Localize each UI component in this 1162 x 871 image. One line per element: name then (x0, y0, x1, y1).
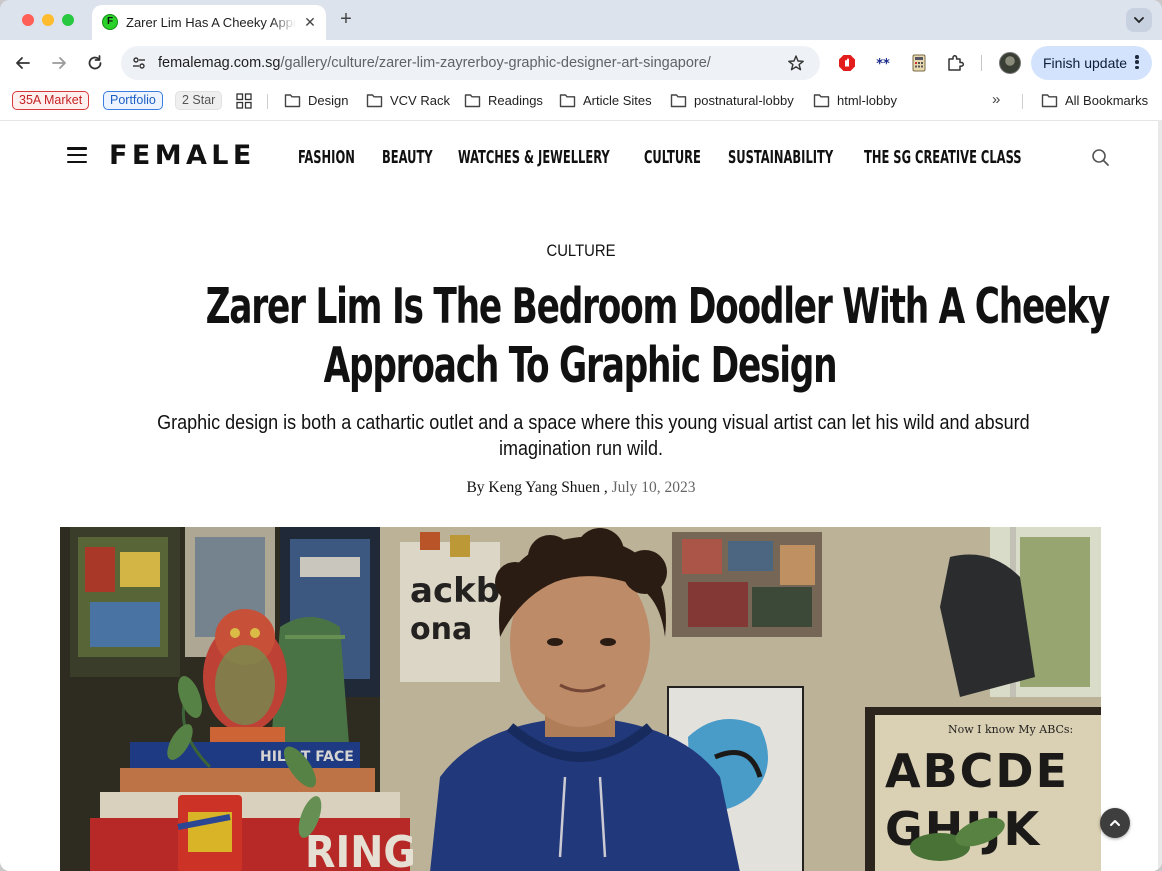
nav-sustainability[interactable]: SUSTAINABILITY (728, 146, 833, 170)
nav-watches-jewellery[interactable]: WATCHES & JEWELLERY (458, 146, 610, 170)
back-button[interactable] (12, 52, 34, 74)
forward-arrow-icon (52, 57, 66, 69)
search-icon[interactable] (1091, 148, 1110, 167)
folder-icon (670, 94, 687, 108)
dek-line: imagination run wild. (498, 438, 664, 460)
folder-icon (366, 94, 383, 108)
bookmarks-overflow-button[interactable]: » (992, 91, 1000, 109)
nav-sg-creative-class[interactable]: THE SG CREATIVE CLASS (864, 146, 1022, 170)
article-dek: Graphic design is both a cathartic outle… (110, 410, 1052, 462)
article-category[interactable]: CULTURE (58, 241, 1104, 261)
all-bookmarks-label: All Bookmarks (1065, 93, 1149, 108)
bookmarks-separator (1022, 94, 1023, 109)
chevron-down-icon (1134, 17, 1144, 24)
new-tab-button[interactable]: + (336, 9, 356, 29)
toolbar-separator (981, 55, 982, 71)
folder-icon (284, 94, 301, 108)
tab-title: Zarer Lim Has A Cheeky Approach To Graph… (126, 15, 296, 30)
scroll-to-top-button[interactable] (1100, 808, 1130, 838)
bookmark-portfolio[interactable]: Portfolio (103, 91, 163, 110)
article-headline: Zarer Lim Is The Bedroom Doodler With A … (100, 277, 1111, 395)
nav-fashion[interactable]: FASHION (298, 146, 355, 170)
bookmark-folder-label: html-lobby (837, 93, 897, 108)
site-header: FEMALE FASHION BEAUTY WATCHES & JEWELLER… (0, 121, 1162, 193)
site-settings-icon[interactable] (131, 55, 147, 71)
calculator-extension-icon[interactable] (909, 53, 929, 73)
reload-button[interactable] (84, 52, 106, 74)
profile-avatar[interactable] (999, 52, 1021, 74)
dek-line: Graphic design is both a cathartic outle… (157, 412, 1030, 434)
bookmark-folder-label: postnatural-lobby (694, 93, 794, 108)
close-tab-icon[interactable]: ✕ (301, 13, 319, 31)
url-text: femalemag.com.sg/gallery/culture/zarer-l… (158, 54, 711, 72)
url-path: /gallery/culture/zarer-lim-zayrerboy-gra… (280, 55, 711, 71)
headline-line: Approach To Graphic Design (323, 337, 838, 394)
byline-author[interactable]: Keng Yang Shuen (488, 479, 600, 496)
minimize-window-button[interactable] (42, 14, 54, 26)
forward-button[interactable] (48, 52, 70, 74)
apps-grid-icon[interactable] (236, 93, 252, 109)
bookmark-folder-label: Design (308, 93, 349, 108)
chevron-up-icon (1110, 820, 1120, 826)
hamburger-menu-icon[interactable] (67, 147, 87, 164)
more-menu-icon[interactable] (1134, 54, 1140, 72)
reload-icon (88, 55, 102, 70)
folder-icon (464, 94, 481, 108)
active-tab[interactable]: F Zarer Lim Has A Cheeky Approach To Gra… (92, 5, 326, 40)
bookmarks-bar: 35A Market Portfolio 2 Star Design VCV R… (0, 86, 1162, 116)
browser-toolbar: femalemag.com.sg/gallery/culture/zarer-l… (0, 40, 1162, 86)
byline-date: July 10, 2023 (611, 479, 696, 496)
page-scrollbar[interactable] (1158, 120, 1162, 871)
page-viewport: FEMALE FASHION BEAUTY WATCHES & JEWELLER… (0, 120, 1162, 871)
browser-window: F Zarer Lim Has A Cheeky Approach To Gra… (0, 0, 1162, 871)
url-host: femalemag.com.sg (158, 55, 281, 71)
zoom-window-button[interactable] (62, 14, 74, 26)
byline-separator: , (603, 479, 608, 496)
folder-icon (1041, 94, 1058, 108)
hero-image: ackb ona Now I know My ABCs: ABCDE HILIA… (60, 527, 1101, 871)
adblock-extension-icon[interactable] (837, 53, 857, 73)
finish-update-label: Finish update (1043, 55, 1128, 71)
tab-search-button[interactable] (1126, 8, 1152, 32)
byline-prefix: By (466, 479, 485, 496)
nav-beauty[interactable]: BEAUTY (382, 146, 433, 170)
nav-culture[interactable]: CULTURE (644, 146, 701, 170)
bookmark-35a-market[interactable]: 35A Market (12, 91, 90, 110)
headline-line: Zarer Lim Is The Bedroom Doodler With A … (205, 278, 1111, 335)
site-logo[interactable]: FEMALE (109, 141, 256, 171)
bookmark-folder-label: VCV Rack (390, 93, 450, 108)
bookmark-folder-label: Readings (488, 93, 543, 108)
bookmark-star-icon[interactable] (787, 54, 805, 72)
extensions-puzzle-icon[interactable] (945, 53, 965, 73)
bookmark-2-star[interactable]: 2 Star (175, 91, 223, 110)
folder-icon (559, 94, 576, 108)
favicon-icon: F (102, 14, 118, 30)
back-arrow-icon (16, 57, 30, 69)
close-window-button[interactable] (22, 14, 34, 26)
address-bar[interactable]: femalemag.com.sg/gallery/culture/zarer-l… (121, 46, 820, 80)
bookmark-folder-label: Article Sites (583, 93, 652, 108)
svg-text:**: ** (876, 57, 890, 72)
tab-strip: F Zarer Lim Has A Cheeky Approach To Gra… (0, 0, 1162, 40)
bookmarks-separator (267, 94, 268, 109)
folder-icon (813, 94, 830, 108)
extension-icon[interactable]: ** (873, 53, 893, 73)
article-byline: By Keng Yang Shuen , July 10, 2023 (0, 478, 1162, 498)
finish-update-button[interactable]: Finish update (1031, 46, 1152, 80)
